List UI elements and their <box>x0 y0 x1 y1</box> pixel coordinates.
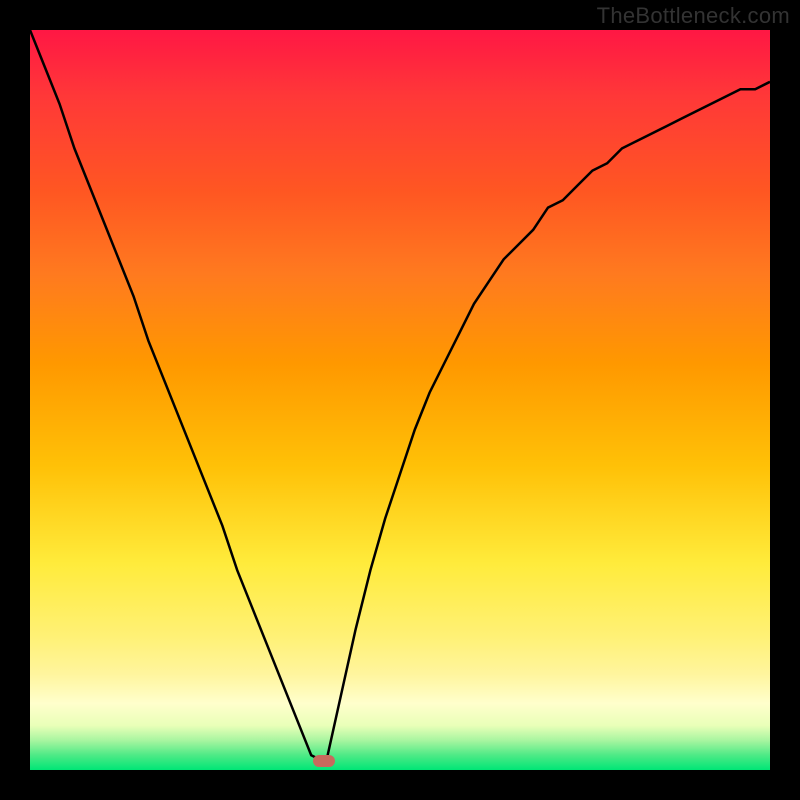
bottleneck-curve <box>30 30 770 770</box>
attribution-text: TheBottleneck.com <box>597 3 790 29</box>
chart-outer-frame: TheBottleneck.com <box>0 0 800 800</box>
chart-plot-area <box>30 30 770 770</box>
optimal-marker <box>313 755 335 767</box>
